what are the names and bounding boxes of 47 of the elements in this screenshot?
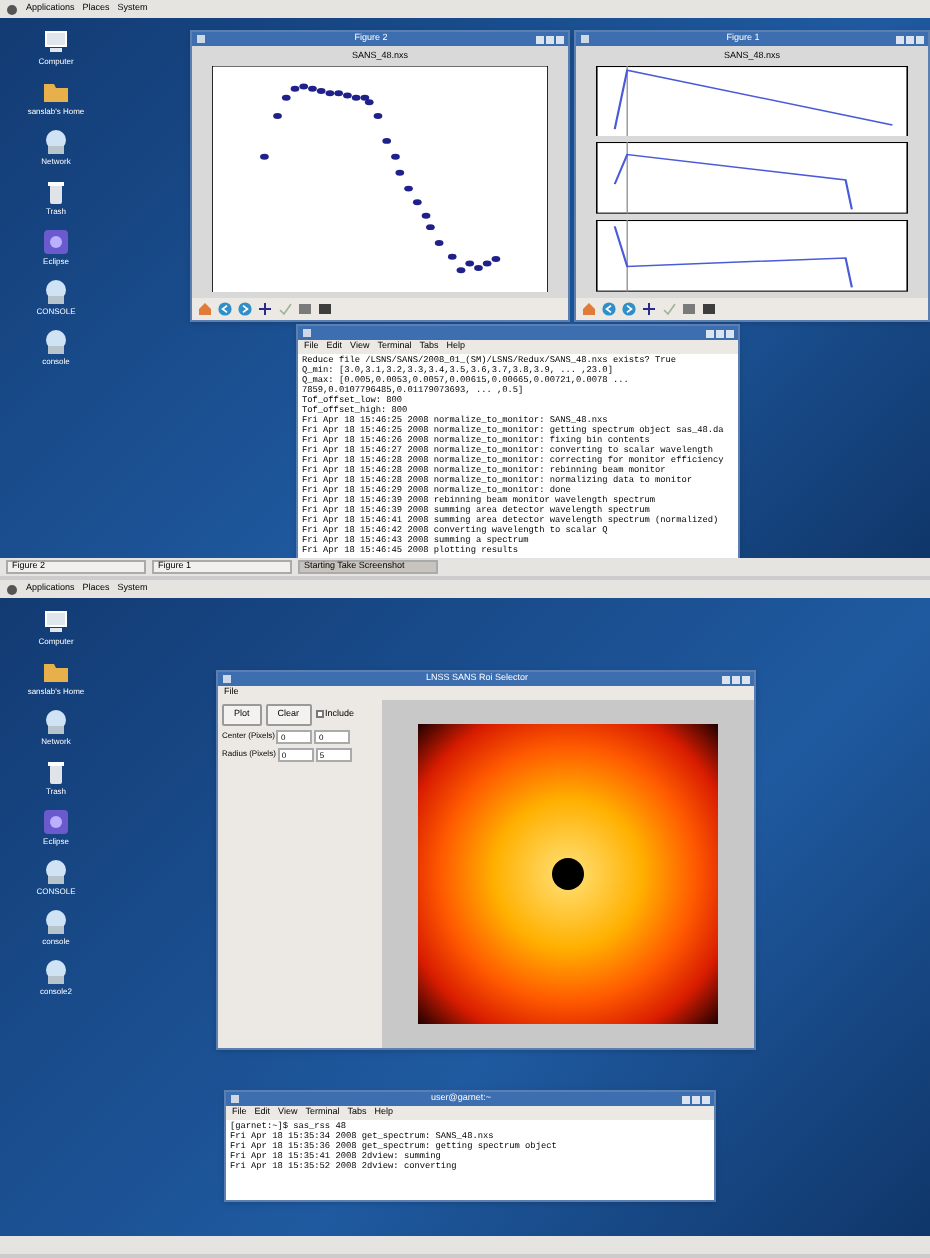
minimize-icon xyxy=(535,35,544,43)
window-menu-icon xyxy=(580,34,590,44)
forward-icon xyxy=(238,302,252,316)
beam-stop-spot xyxy=(552,858,584,890)
globe-icon xyxy=(42,278,70,306)
close-icon xyxy=(726,329,734,337)
trash-icon xyxy=(42,178,70,206)
maximize-icon xyxy=(545,35,554,43)
globe-icon xyxy=(41,128,70,156)
home-icon xyxy=(198,302,212,316)
close-icon xyxy=(702,1095,710,1103)
check-icon xyxy=(278,302,292,316)
maximize-icon xyxy=(905,35,914,43)
globe-icon xyxy=(41,958,70,986)
trash-icon xyxy=(42,758,70,786)
minimize-icon xyxy=(706,329,714,337)
globe-icon xyxy=(42,328,70,356)
app-icon xyxy=(42,228,70,256)
check-icon xyxy=(662,302,676,316)
window-menu-icon xyxy=(222,674,232,684)
move-icon xyxy=(258,302,272,316)
include-checkbox[interactable] xyxy=(315,710,324,719)
minimize-icon xyxy=(682,1095,690,1103)
maximize-icon xyxy=(692,1095,700,1103)
window-menu-icon xyxy=(302,328,312,338)
folder-icon xyxy=(42,658,70,686)
close-icon xyxy=(742,675,750,683)
window-menu-icon xyxy=(230,1094,240,1104)
back-icon xyxy=(602,302,616,316)
app-icon xyxy=(42,808,70,836)
globe-icon xyxy=(42,908,70,936)
minimize-icon xyxy=(722,675,730,683)
computer-icon xyxy=(42,608,70,636)
computer-icon xyxy=(42,28,70,56)
close-icon xyxy=(555,35,564,43)
maximize-icon xyxy=(732,675,740,683)
move-icon xyxy=(642,302,656,316)
back-icon xyxy=(218,302,232,316)
folder-icon xyxy=(42,78,70,106)
globe-icon xyxy=(41,708,70,736)
close-icon xyxy=(915,35,924,43)
home-icon xyxy=(582,302,596,316)
minimize-icon xyxy=(895,35,904,43)
maximize-icon xyxy=(716,329,724,337)
forward-icon xyxy=(622,302,636,316)
window-menu-icon xyxy=(196,34,206,44)
globe-icon xyxy=(42,858,70,886)
